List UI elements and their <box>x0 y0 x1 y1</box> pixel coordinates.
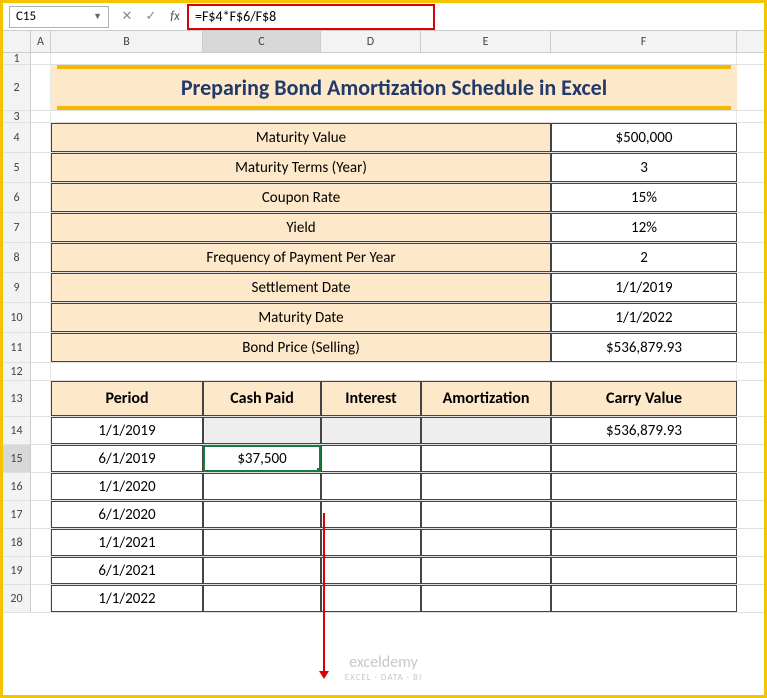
arrow-down-icon <box>323 513 325 673</box>
cell-amort[interactable] <box>421 529 551 556</box>
cell-interest[interactable] <box>321 473 421 500</box>
cell-period[interactable]: 1/1/2019 <box>51 417 203 444</box>
row-header[interactable]: 7 <box>3 213 31 242</box>
fill-handle[interactable] <box>316 467 321 472</box>
chevron-down-icon: ▼ <box>93 11 102 22</box>
cell-amort[interactable] <box>421 445 551 472</box>
formula-bar: C15 ▼ ✕ ✓ fx =F$4*F$6/F$8 <box>3 3 764 31</box>
param-value[interactable]: 1/1/2022 <box>551 303 737 332</box>
col-header[interactable]: C <box>203 31 321 52</box>
cell-cash[interactable] <box>203 417 321 444</box>
cell-carry[interactable] <box>551 529 737 556</box>
param-value[interactable]: 3 <box>551 153 737 182</box>
param-value[interactable]: 12% <box>551 213 737 242</box>
param-label: Bond Price (Selling) <box>51 333 551 362</box>
cell-cash[interactable] <box>203 473 321 500</box>
param-label: Maturity Value <box>51 123 551 152</box>
row-header[interactable]: 16 <box>3 473 31 500</box>
row-header[interactable]: 1 <box>3 53 31 64</box>
accept-formula-icon[interactable]: ✓ <box>139 6 163 28</box>
cell-amort[interactable] <box>421 557 551 584</box>
row-header[interactable]: 3 <box>3 111 31 122</box>
row-header[interactable]: 13 <box>3 381 31 416</box>
select-all-corner[interactable] <box>3 31 31 52</box>
cell-interest[interactable] <box>321 557 421 584</box>
cell-amort[interactable] <box>421 417 551 444</box>
param-value[interactable]: 15% <box>551 183 737 212</box>
cell-cash[interactable] <box>203 501 321 528</box>
param-label: Coupon Rate <box>51 183 551 212</box>
row-header[interactable]: 14 <box>3 417 31 444</box>
table-header: Carry Value <box>551 381 737 416</box>
cell-interest[interactable] <box>321 417 421 444</box>
cell-period[interactable]: 6/1/2019 <box>51 445 203 472</box>
param-value[interactable]: 2 <box>551 243 737 272</box>
row-header[interactable]: 11 <box>3 333 31 362</box>
param-label: Maturity Date <box>51 303 551 332</box>
cell-amort[interactable] <box>421 501 551 528</box>
cell-carry[interactable] <box>551 445 737 472</box>
spreadsheet-grid: A B C D E F 1 2 Preparing Bond Amortizat… <box>3 31 764 613</box>
cell-period[interactable]: 1/1/2021 <box>51 529 203 556</box>
table-header: Amortization <box>421 381 551 416</box>
cell-carry[interactable] <box>551 501 737 528</box>
cell-interest[interactable] <box>321 501 421 528</box>
cell-carry[interactable]: $536,879.93 <box>551 417 737 444</box>
row-header[interactable]: 5 <box>3 153 31 182</box>
param-value[interactable]: $536,879.93 <box>551 333 737 362</box>
col-header[interactable]: A <box>31 31 51 52</box>
row-header[interactable]: 12 <box>3 363 31 380</box>
name-box[interactable]: C15 ▼ <box>9 6 109 28</box>
row-header[interactable]: 18 <box>3 529 31 556</box>
column-headers: A B C D E F <box>3 31 764 53</box>
row-header[interactable]: 6 <box>3 183 31 212</box>
table-header: Interest <box>321 381 421 416</box>
param-value[interactable]: 1/1/2019 <box>551 273 737 302</box>
param-label: Maturity Terms (Year) <box>51 153 551 182</box>
page-title: Preparing Bond Amortization Schedule in … <box>51 65 737 110</box>
cell-cash[interactable]: $37,500 <box>203 445 321 472</box>
param-value[interactable]: $500,000 <box>551 123 737 152</box>
row-header[interactable]: 10 <box>3 303 31 332</box>
param-label: Frequency of Payment Per Year <box>51 243 551 272</box>
cell-amort[interactable] <box>421 473 551 500</box>
fx-icon[interactable]: fx <box>163 6 187 28</box>
table-header: Cash Paid <box>203 381 321 416</box>
cell-interest[interactable] <box>321 445 421 472</box>
cell-amort[interactable] <box>421 585 551 612</box>
cancel-formula-icon[interactable]: ✕ <box>115 6 139 28</box>
cell-carry[interactable] <box>551 585 737 612</box>
row-header[interactable]: 19 <box>3 557 31 584</box>
row-header[interactable]: 15 <box>3 445 31 472</box>
row-header[interactable]: 4 <box>3 123 31 152</box>
col-header[interactable]: F <box>551 31 737 52</box>
cell-cash[interactable] <box>203 557 321 584</box>
row-header[interactable]: 17 <box>3 501 31 528</box>
cell-cash[interactable] <box>203 585 321 612</box>
col-header[interactable]: B <box>51 31 203 52</box>
row-header[interactable]: 8 <box>3 243 31 272</box>
param-label: Yield <box>51 213 551 242</box>
cell-period[interactable]: 1/1/2022 <box>51 585 203 612</box>
row-header[interactable]: 20 <box>3 585 31 612</box>
formula-input[interactable]: =F$4*F$6/F$8 <box>191 7 431 27</box>
cell-interest[interactable] <box>321 529 421 556</box>
watermark: exceldemy EXCEL · DATA · BI <box>345 653 422 683</box>
col-header[interactable]: D <box>321 31 421 52</box>
formula-highlight: =F$4*F$6/F$8 <box>187 4 435 30</box>
cell-interest[interactable] <box>321 585 421 612</box>
col-header[interactable]: E <box>421 31 551 52</box>
cell-carry[interactable] <box>551 557 737 584</box>
table-header: Period <box>51 381 203 416</box>
cell-cash[interactable] <box>203 529 321 556</box>
name-box-value: C15 <box>16 9 36 24</box>
cell-period[interactable]: 1/1/2020 <box>51 473 203 500</box>
row-header[interactable]: 9 <box>3 273 31 302</box>
param-label: Settlement Date <box>51 273 551 302</box>
cell-period[interactable]: 6/1/2021 <box>51 557 203 584</box>
cell-period[interactable]: 6/1/2020 <box>51 501 203 528</box>
cell-carry[interactable] <box>551 473 737 500</box>
row-header[interactable]: 2 <box>3 65 31 110</box>
